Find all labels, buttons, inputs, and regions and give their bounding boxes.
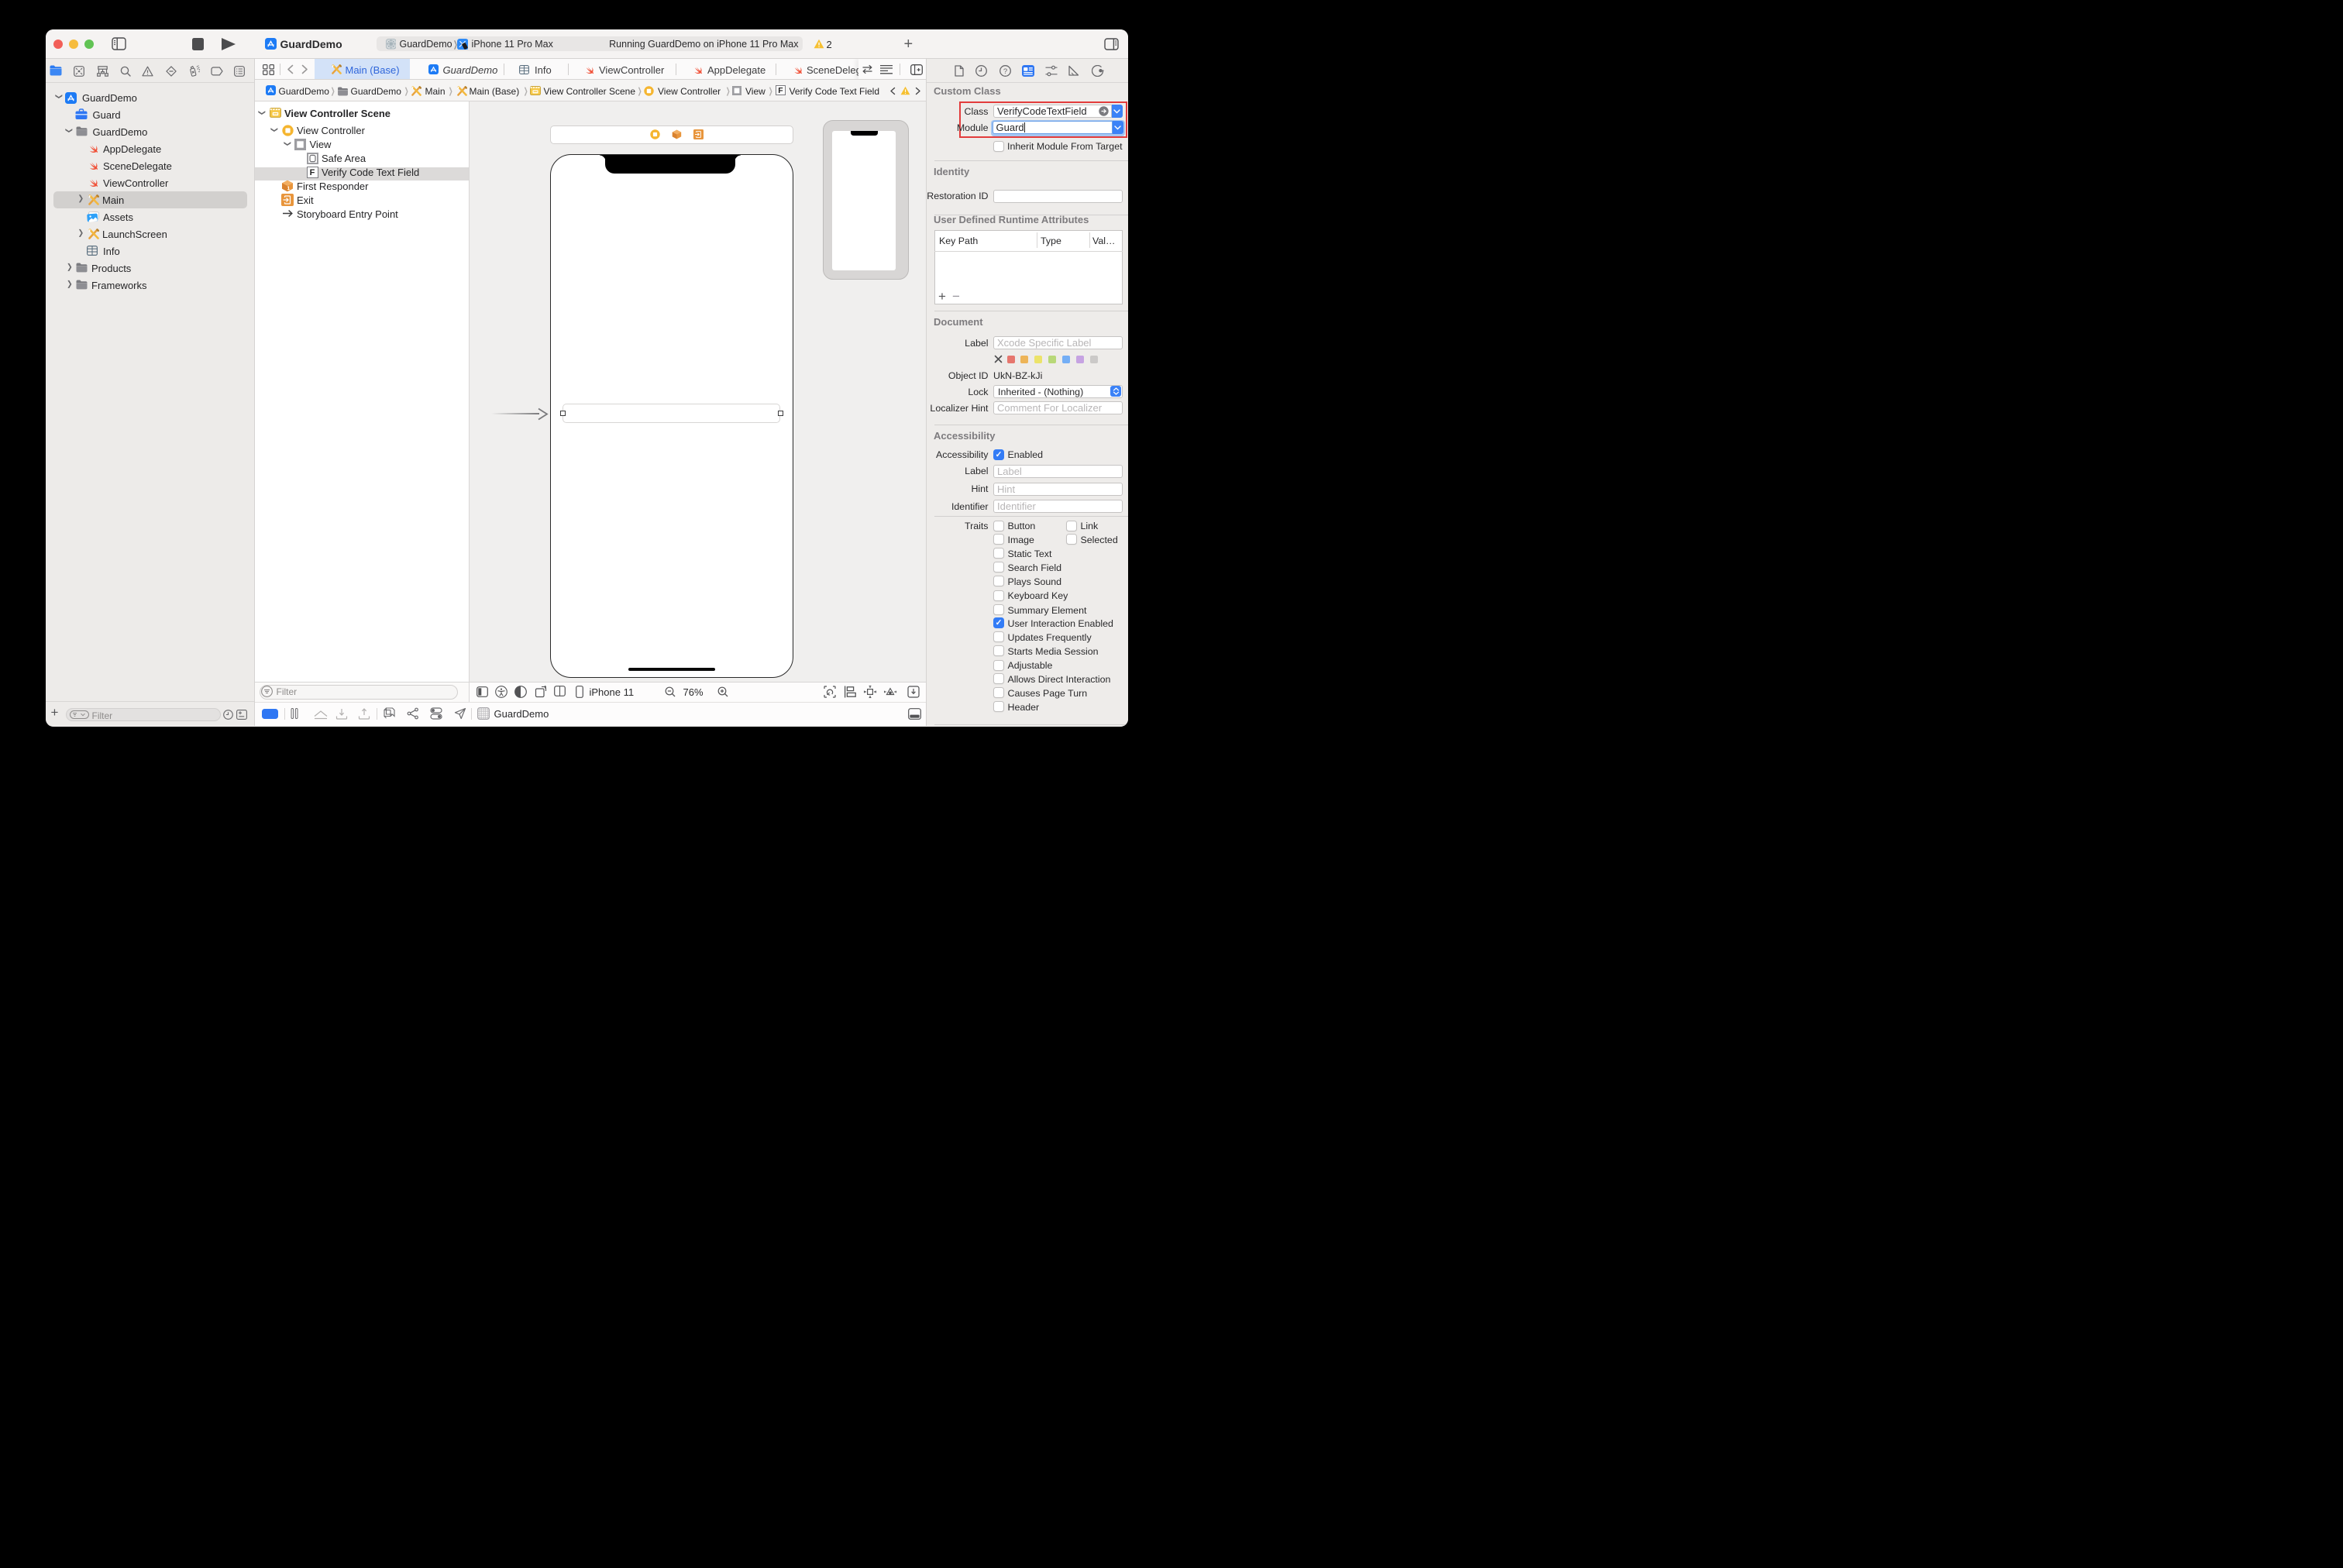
svg-text:?: ? xyxy=(1003,67,1007,76)
svg-text:1: 1 xyxy=(287,186,290,191)
